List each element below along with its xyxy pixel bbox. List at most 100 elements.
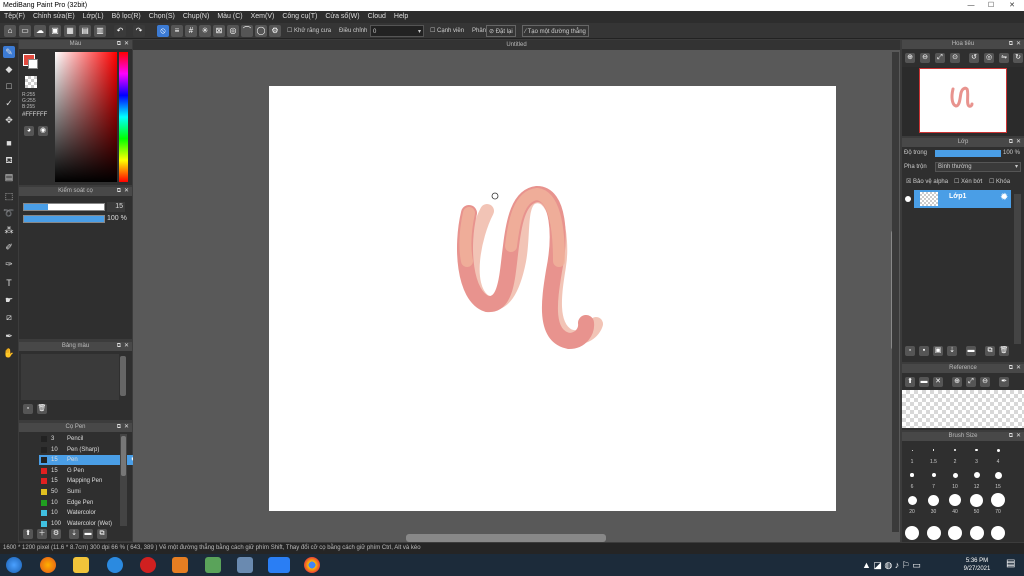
close-icon[interactable]: ✕ xyxy=(124,342,129,351)
text-tool-icon[interactable]: T xyxy=(3,277,15,289)
palette-swatch-area[interactable] xyxy=(21,354,119,400)
clipping-checkbox[interactable]: ☐ Xén bớt xyxy=(954,178,982,185)
chrome-icon[interactable] xyxy=(304,557,320,573)
clock[interactable]: 5:36 PM 9/27/2021 xyxy=(955,557,999,573)
brush-size-dot[interactable] xyxy=(975,448,978,452)
reference-zoom-in-icon[interactable]: ⊕ xyxy=(952,377,962,387)
brush-size-dot[interactable] xyxy=(931,473,936,477)
zoom-in-icon[interactable]: ⊕ xyxy=(905,53,915,63)
reference-zoom-out-icon[interactable]: ⊖ xyxy=(980,377,990,387)
check-tool-icon[interactable]: ✓ xyxy=(3,97,15,109)
notification-icon[interactable]: ▤ xyxy=(1006,558,1020,572)
settings-snap-icon[interactable]: ⚙ xyxy=(269,25,281,37)
menu-view[interactable]: Xem(V) xyxy=(247,11,279,23)
anti-alias-toggle[interactable]: ☐ Khử răng cưa xyxy=(287,25,331,37)
cloud-icon[interactable]: ☁ xyxy=(34,25,46,37)
document-tab[interactable]: Untitled xyxy=(133,40,900,50)
brush-settings-icon[interactable]: ⚙ xyxy=(51,529,61,539)
brush-size-dot[interactable] xyxy=(954,449,956,451)
media-player-icon[interactable] xyxy=(172,557,188,573)
background-color-swatch[interactable] xyxy=(28,59,38,69)
brush-size-dot[interactable] xyxy=(969,526,984,540)
grid-snap-icon[interactable]: # xyxy=(185,25,197,37)
layer-opacity-slider[interactable] xyxy=(935,150,1001,157)
zalo-icon[interactable] xyxy=(268,557,290,573)
add-brush-icon[interactable]: ＋ xyxy=(37,529,47,539)
menu-help[interactable]: Help xyxy=(390,11,412,23)
duplicate-layer-icon[interactable]: ⧉ xyxy=(985,346,995,356)
layer-visibility-icon[interactable] xyxy=(905,196,911,202)
reference-canvas[interactable] xyxy=(902,390,1024,428)
lock-checkbox[interactable]: ☐ Khóa xyxy=(989,178,1010,185)
tray-icons[interactable]: ▲ ◪ ◍ ♪ ⚐ ▭ xyxy=(862,560,921,571)
navigator-preview[interactable] xyxy=(902,67,1024,136)
brush-size-dot[interactable] xyxy=(970,493,983,507)
layer-settings-icon[interactable]: ✹ xyxy=(1000,192,1008,203)
new-layer-icon[interactable]: ▫ xyxy=(905,346,915,356)
brush-tool-icon[interactable]: ✎ xyxy=(3,46,15,58)
blend-mode-select[interactable]: Bình thường ▾ xyxy=(935,162,1021,172)
rotate-left-icon[interactable]: ↺ xyxy=(969,53,979,63)
select-pen-icon[interactable]: ✐ xyxy=(3,241,15,253)
create-line-button[interactable]: ⁄ Tạo một đường thẳng xyxy=(522,25,589,37)
new-halftone-layer-icon[interactable]: ▪ xyxy=(919,346,929,356)
brush-size-dot[interactable] xyxy=(926,526,941,540)
float-icon[interactable]: ⧉ xyxy=(1009,40,1013,49)
brush-size-slider[interactable] xyxy=(23,203,105,211)
brush-size-value[interactable]: 15 xyxy=(107,202,125,212)
duplicate-brush-icon[interactable]: ⧉ xyxy=(97,529,107,539)
delete-palette-icon[interactable]: 🗑 xyxy=(37,404,47,414)
float-icon[interactable]: ⧉ xyxy=(1009,432,1013,441)
layer-row[interactable]: Lớp1 ✹ xyxy=(914,190,1011,208)
divide-tool-icon[interactable]: ⧄ xyxy=(3,311,15,323)
menu-edit[interactable]: Chỉnh sửa(E) xyxy=(29,11,79,23)
home-icon[interactable]: ⌂ xyxy=(4,25,16,37)
flip-icon[interactable]: ⇋ xyxy=(999,53,1009,63)
correction-select[interactable]: 0 ▾ xyxy=(370,25,424,37)
brush-up-icon[interactable]: ⬆ xyxy=(23,529,33,539)
brush-size-dot[interactable] xyxy=(907,495,917,505)
palette-icon[interactable]: ◕ xyxy=(24,126,34,136)
scroll-thumb[interactable] xyxy=(121,436,126,476)
actual-size-icon[interactable]: ⊙ xyxy=(950,53,960,63)
firefox-icon[interactable] xyxy=(40,557,56,573)
import-layer-icon[interactable]: ⇣ xyxy=(947,346,957,356)
float-icon[interactable]: ⧉ xyxy=(117,40,121,49)
eyedropper-tool-icon[interactable]: ✒ xyxy=(3,330,15,342)
brush-list-scrollbar[interactable] xyxy=(120,434,127,526)
menu-tools[interactable]: Công cụ(T) xyxy=(278,11,321,23)
reference-open-icon[interactable]: ▬ xyxy=(919,377,929,387)
ellipse-snap-icon[interactable]: ◯ xyxy=(255,25,267,37)
brush-size-dot[interactable] xyxy=(911,449,913,451)
eraser-tool-icon[interactable]: ◆ xyxy=(3,63,15,75)
brush-size-dot[interactable] xyxy=(910,473,914,477)
reference-fit-icon[interactable]: ⤢ xyxy=(966,377,976,387)
horizontal-scrollbar[interactable] xyxy=(406,534,606,542)
snap-off-icon[interactable]: ⦸ xyxy=(157,25,169,37)
close-button[interactable]: ✕ xyxy=(1003,0,1021,11)
float-icon[interactable]: ⧉ xyxy=(1009,364,1013,373)
add-palette-icon[interactable]: ▫ xyxy=(23,404,33,414)
shape-tool-icon[interactable]: □ xyxy=(3,80,15,92)
layout-icon[interactable]: ▥ xyxy=(94,25,106,37)
curve-snap-icon[interactable]: ⌒ xyxy=(241,25,253,37)
minimize-button[interactable]: — xyxy=(962,0,980,11)
operation-tool-icon[interactable]: ☛ xyxy=(3,294,15,306)
menu-color[interactable]: Màu (C) xyxy=(213,11,246,23)
menu-window[interactable]: Cửa sổ(W) xyxy=(321,11,363,23)
brush-size-dot[interactable] xyxy=(949,494,961,506)
brush-size-dot[interactable] xyxy=(932,449,935,451)
start-button-icon[interactable] xyxy=(6,557,22,573)
brush-size-dot[interactable] xyxy=(948,526,962,540)
import-brush-icon[interactable]: ⇣ xyxy=(69,529,79,539)
brush-size-dot[interactable] xyxy=(994,471,1002,479)
close-icon[interactable]: ✕ xyxy=(124,40,129,49)
brush-size-dot[interactable] xyxy=(905,526,919,540)
edge-browser-icon[interactable] xyxy=(107,557,123,573)
network-icon[interactable] xyxy=(237,557,253,573)
fill-rect-tool-icon[interactable]: ■ xyxy=(3,137,15,149)
select-tool-icon[interactable]: ⬚ xyxy=(3,190,15,202)
close-icon[interactable]: ✕ xyxy=(1016,364,1021,373)
brush-opacity-slider[interactable] xyxy=(23,215,105,223)
export-icon[interactable]: ▤ xyxy=(79,25,91,37)
